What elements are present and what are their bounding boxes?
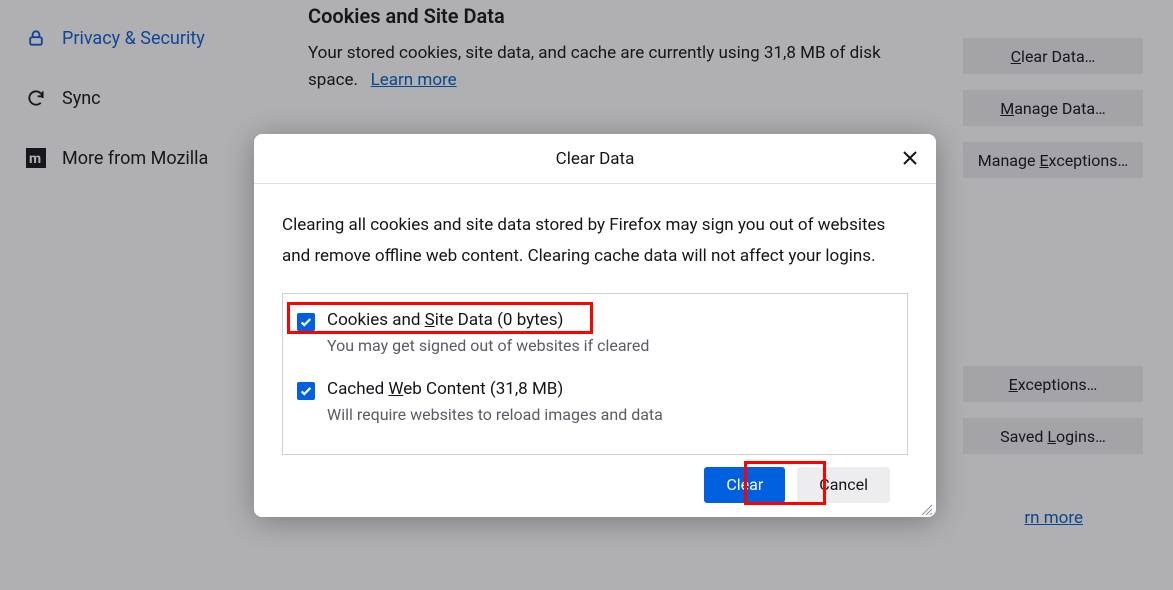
option-cache[interactable]: Cached Web Content (31,8 MB) Will requir… <box>297 379 893 424</box>
option-cookies[interactable]: Cookies and Site Data (0 bytes) You may … <box>297 310 893 355</box>
dialog-description: Clearing all cookies and site data store… <box>282 210 908 273</box>
clear-data-dialog: Clear Data Clearing all cookies and site… <box>254 134 936 517</box>
clear-button[interactable]: Clear <box>704 467 785 503</box>
checkbox-cache[interactable] <box>297 382 315 400</box>
option-label: Cookies and Site Data (0 bytes) <box>327 310 649 330</box>
option-hint: Will require websites to reload images a… <box>327 405 663 424</box>
options-group: Cookies and Site Data (0 bytes) You may … <box>282 293 908 455</box>
option-hint: You may get signed out of websites if cl… <box>327 336 649 355</box>
cancel-button[interactable]: Cancel <box>797 467 890 503</box>
dialog-title: Clear Data <box>556 149 635 169</box>
resize-handle-icon[interactable] <box>920 503 932 515</box>
option-label: Cached Web Content (31,8 MB) <box>327 379 663 399</box>
checkbox-cookies[interactable] <box>297 313 315 331</box>
close-icon[interactable] <box>900 148 920 168</box>
